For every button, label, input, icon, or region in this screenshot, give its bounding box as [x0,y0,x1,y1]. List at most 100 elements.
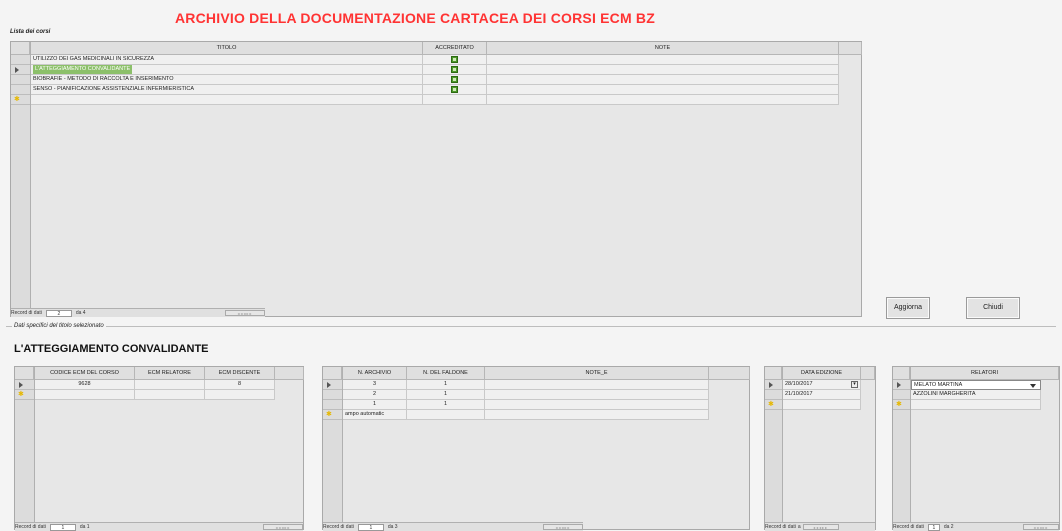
table-row-selected[interactable]: L'ATTEGGIAMENTO CONVALIDANTE [31,65,839,75]
cell-titolo-new[interactable] [31,95,423,105]
row-selector-new[interactable]: ✱ [323,410,342,420]
cell-n-archivio-new[interactable]: ampo automatic [343,410,407,420]
cell-n-archivio[interactable]: 3 [343,380,407,390]
cell-new[interactable] [783,400,861,410]
row-selector-new[interactable]: ✱ [765,400,782,410]
record-nav-buttons[interactable]: ◂◂◂▸▸ [543,524,583,530]
cell-n-archivio[interactable]: 2 [343,390,407,400]
record-nav-buttons[interactable]: ◂◂◂▸▸ [263,524,303,530]
table-row[interactable]: BIOBRAFIE - METODO DI RACCOLTA E INSERIM… [31,75,839,85]
cell-titolo[interactable]: BIOBRAFIE - METODO DI RACCOLTA E INSERIM… [31,75,423,85]
row-selector-new[interactable]: ✱ [15,390,34,400]
cell-new[interactable] [485,410,709,420]
cell-note[interactable] [487,65,839,75]
cell-new[interactable] [35,390,135,400]
checkbox-checked-icon[interactable] [451,56,458,63]
cell-new[interactable] [407,410,485,420]
row-selector-current[interactable] [11,65,30,75]
header-note[interactable]: NOTE [487,42,839,55]
cell-note-e[interactable] [485,400,709,410]
header-accreditato[interactable]: ACCREDITATO [423,42,487,55]
table-row[interactable]: 21/10/2017 [783,390,861,400]
header-relatori[interactable]: RELATORI [911,367,1059,380]
cell-n-archivio[interactable]: 1 [343,400,407,410]
row-selector-current[interactable] [893,380,910,390]
cell-titolo[interactable]: L'ATTEGGIAMENTO CONVALIDANTE [31,65,423,75]
table-row[interactable]: AZZOLINI MARGHERITA [911,390,1041,400]
record-nav-buttons[interactable]: ◂◂◂▸▸ [1023,524,1059,530]
header-titolo[interactable]: TITOLO [31,42,423,55]
cell-new[interactable] [205,390,275,400]
header-ecm-discente[interactable]: ECM DISCENTE [205,367,275,380]
row-selector[interactable] [323,390,342,400]
relatore-combobox[interactable]: MELATO MARTINA [911,380,1041,390]
cell-note[interactable] [487,75,839,85]
row-selector-new[interactable]: ✱ [893,400,910,410]
row-selector-current[interactable] [323,380,342,390]
checkbox-checked-icon[interactable] [451,66,458,73]
header-data-edizione[interactable]: DATA EDIZIONE [783,367,861,380]
cell-titolo[interactable]: UTILIZZO DEI GAS MEDICINALI IN SICUREZZA [31,55,423,65]
cell-n-faldone[interactable]: 1 [407,380,485,390]
cell-accreditato[interactable] [423,55,487,65]
cell-codice-ecm[interactable]: 9628 [35,380,135,390]
table-row[interactable]: UTILIZZO DEI GAS MEDICINALI IN SICUREZZA [31,55,839,65]
cell-relatore[interactable]: AZZOLINI MARGHERITA [911,390,1041,400]
table-row-new[interactable]: ampo automatic [343,410,709,420]
row-selector[interactable] [11,85,30,95]
table-row[interactable]: 2 1 [343,390,709,400]
cell-note-e[interactable] [485,390,709,400]
cell-note[interactable] [487,55,839,65]
record-current-input[interactable]: 1 [49,523,76,531]
cell-accreditato[interactable] [423,85,487,95]
header-note-e[interactable]: NOTE_E [485,367,709,380]
record-nav-buttons[interactable]: ◂◂◂▸▸ [225,310,265,316]
cell-titolo[interactable]: SENSO - PIANIFICAZIONE ASSISTENZIALE INF… [31,85,423,95]
cell-accreditato[interactable] [423,65,487,75]
header-codice-ecm[interactable]: CODICE ECM DEL CORSO [35,367,135,380]
cell-note[interactable] [487,85,839,95]
row-selector[interactable] [323,400,342,410]
row-selector-current[interactable] [15,380,34,390]
row-selector[interactable] [893,390,910,400]
table-row[interactable]: SENSO - PIANIFICAZIONE ASSISTENZIALE INF… [31,85,839,95]
row-selector-current[interactable] [765,380,782,390]
row-selector[interactable] [765,390,782,400]
cell-note-new[interactable] [487,95,839,105]
checkbox-checked-icon[interactable] [451,76,458,83]
table-row-new[interactable] [911,400,1041,410]
row-selector[interactable] [11,75,30,85]
table-row[interactable]: 28/10/2017 ▾ [783,380,861,390]
cell-ecm-relatore[interactable] [135,380,205,390]
table-row-new[interactable] [783,400,861,410]
row-selector[interactable] [11,55,30,65]
header-ecm-relatore[interactable]: ECM RELATORE [135,367,205,380]
table-row[interactable]: 9628 8 [35,380,275,390]
cell-note-e[interactable] [485,380,709,390]
cell-data-edizione[interactable]: 28/10/2017 ▾ [783,380,861,390]
table-row[interactable]: 1 1 [343,400,709,410]
chevron-down-icon[interactable] [1030,384,1036,388]
record-current-input[interactable]: a [798,524,801,530]
cell-accreditato[interactable] [423,75,487,85]
header-n-faldone[interactable]: N. DEL FALDONE [407,367,485,380]
record-current-input[interactable]: 1 [927,523,940,531]
table-row[interactable]: 3 1 [343,380,709,390]
cell-n-faldone[interactable]: 1 [407,390,485,400]
record-nav-buttons[interactable]: ◂◂◂▸▸ [802,524,839,530]
cell-new[interactable] [911,400,1041,410]
record-current-input[interactable]: 1 [357,523,384,531]
header-n-archivio[interactable]: N. ARCHIVIO [343,367,407,380]
cell-accreditato-new[interactable] [423,95,487,105]
cell-ecm-discente[interactable]: 8 [205,380,275,390]
table-row[interactable]: MELATO MARTINA [911,380,1041,390]
cell-n-faldone[interactable]: 1 [407,400,485,410]
table-row-new[interactable] [35,390,275,400]
chiudi-button[interactable]: Chiudi [966,297,1020,319]
row-selector-new[interactable]: ✱ [11,95,30,105]
record-current-input[interactable]: 2 [45,309,72,317]
aggiorna-button[interactable]: Aggiorna [886,297,930,319]
cell-data-edizione[interactable]: 21/10/2017 [783,390,861,400]
cell-new[interactable] [135,390,205,400]
table-row-new[interactable] [31,95,839,105]
